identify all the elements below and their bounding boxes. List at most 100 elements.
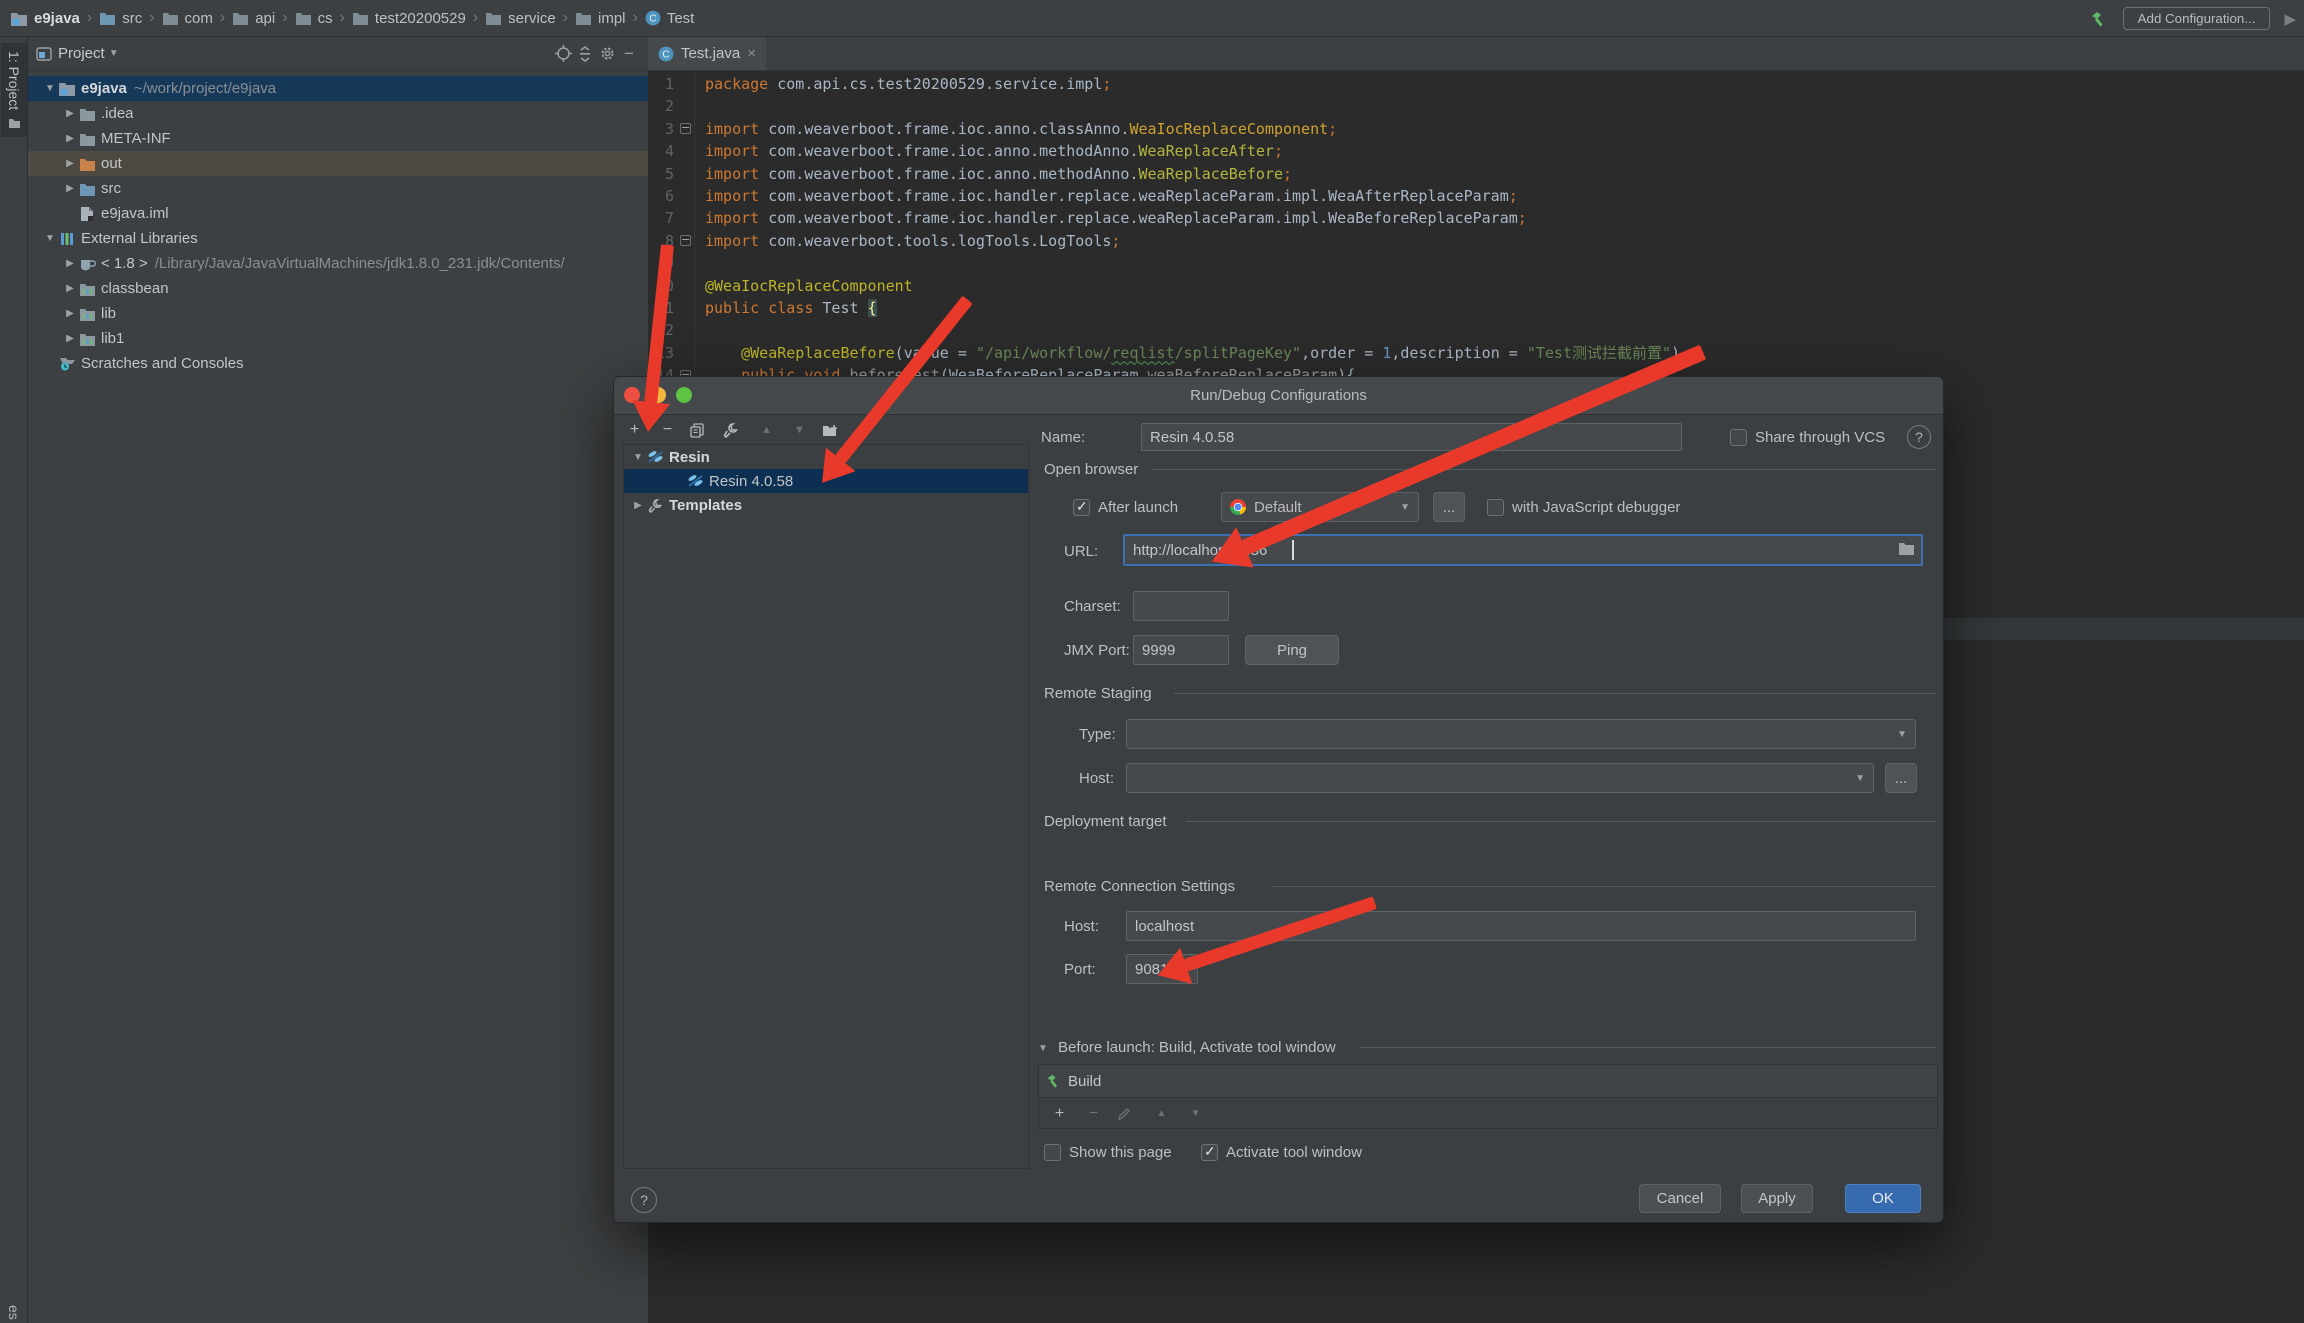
browser-more-button[interactable]: ... — [1433, 492, 1465, 522]
code-area[interactable]: 1 package com.api.cs.test20200529.service… — [648, 71, 2304, 387]
tree-item-label: < 1.8 > — [101, 255, 148, 272]
jmx-port-field[interactable] — [1133, 635, 1229, 665]
class-icon: C — [645, 10, 661, 26]
ping-button[interactable]: Ping — [1245, 635, 1339, 665]
tree-right-arrow-icon[interactable]: ▶ — [62, 333, 78, 344]
apply-button[interactable]: Apply — [1741, 1184, 1813, 1213]
show-this-page-checkbox[interactable] — [1044, 1144, 1061, 1161]
chevron-right-icon: › — [219, 9, 226, 26]
fold-marker-icon[interactable] — [676, 117, 695, 141]
project-tree-row[interactable]: ▶ .idea — [28, 101, 648, 126]
project-tree-row[interactable]: ▶ src — [28, 176, 648, 201]
project-panel-title[interactable]: Project — [58, 45, 105, 62]
code-line[interactable]: 10@WeaIocReplaceComponent — [648, 274, 2304, 297]
tree-right-arrow-icon[interactable]: ▶ — [62, 308, 78, 319]
tree-right-arrow-icon[interactable]: ▶ — [630, 500, 646, 511]
remove-task-icon[interactable]: − — [1083, 1105, 1104, 1123]
tree-down-arrow-icon[interactable]: ▼ — [42, 83, 58, 94]
code-line[interactable]: 2 — [648, 95, 2304, 118]
edit-task-icon[interactable] — [1117, 1107, 1138, 1121]
browse-folder-icon[interactable] — [1898, 541, 1915, 555]
ok-button[interactable]: OK — [1845, 1184, 1921, 1213]
locate-icon[interactable] — [552, 43, 574, 65]
before-launch-task-build[interactable]: Build — [1039, 1065, 1937, 1098]
dialog-titlebar[interactable]: Run/Debug Configurations — [614, 377, 1943, 415]
code-line[interactable]: 11public class Test { — [648, 296, 2304, 320]
configuration-tree-row[interactable]: ▶ Templates — [624, 493, 1028, 517]
cancel-button[interactable]: Cancel — [1639, 1184, 1721, 1213]
breadcrumb-item[interactable]: cs — [295, 10, 333, 27]
build-hammer-icon — [1047, 1074, 1057, 1088]
add-task-icon[interactable]: + — [1049, 1105, 1070, 1123]
move-task-down-icon[interactable]: ▼ — [1185, 1108, 1206, 1119]
staging-host-more-button[interactable]: ... — [1885, 763, 1917, 793]
share-vcs-checkbox[interactable] — [1730, 429, 1747, 446]
project-tree-row[interactable]: e9java.iml — [28, 201, 648, 226]
code-line[interactable]: 4 import com.weaverboot.frame.ioc.anno.me… — [648, 140, 2304, 163]
project-tree-row[interactable]: ▶ out — [28, 151, 648, 176]
breadcrumb-item[interactable]: e9java — [10, 10, 80, 27]
share-vcs-help-icon[interactable]: ? — [1907, 425, 1931, 449]
move-down-icon[interactable]: ▼ — [789, 424, 810, 436]
breadcrumb-item[interactable]: src — [99, 10, 142, 27]
breadcrumb-item[interactable]: api — [232, 10, 275, 27]
code-line[interactable]: 1 package com.api.cs.test20200529.service… — [648, 73, 2304, 96]
project-tree-row[interactable]: ▶ lib — [28, 301, 648, 326]
tree-right-arrow-icon[interactable]: ▶ — [62, 283, 78, 294]
build-hammer-icon[interactable] — [2087, 8, 2109, 30]
code-line[interactable]: 7 import com.weaverboot.frame.ioc.handler… — [648, 207, 2304, 230]
copy-configuration-icon[interactable] — [690, 422, 711, 438]
project-tree-row[interactable]: ▶ META-INF — [28, 126, 648, 151]
hide-panel-icon[interactable]: − — [618, 43, 640, 65]
gear-icon[interactable] — [596, 43, 618, 65]
breadcrumb-item[interactable]: test20200529 — [352, 10, 466, 27]
run-icon[interactable]: ▶ — [2284, 10, 2296, 28]
project-tool-button[interactable]: 1: Project — [1, 43, 27, 138]
code-line[interactable]: 6 import com.weaverboot.frame.ioc.handler… — [648, 184, 2304, 208]
edit-defaults-icon[interactable] — [723, 422, 744, 438]
code-line[interactable]: 12 — [648, 319, 2304, 342]
move-up-icon[interactable]: ▲ — [756, 424, 777, 436]
code-line[interactable]: 8 import com.weaverboot.tools.logTools.Lo… — [648, 229, 2304, 253]
breadcrumb-item[interactable]: com — [162, 10, 213, 27]
tree-right-arrow-icon[interactable]: ▶ — [62, 258, 78, 269]
code-line[interactable]: 9 — [648, 252, 2304, 275]
tree-down-arrow-icon[interactable]: ▼ — [630, 452, 646, 463]
dialog-help-button[interactable]: ? — [631, 1187, 657, 1213]
add-configuration-button[interactable]: Add Configuration... — [2122, 7, 2271, 30]
chevron-down-icon[interactable]: ▼ — [109, 48, 119, 59]
code-line[interactable]: 3 import com.weaverboot.frame.ioc.anno.cl… — [648, 117, 2304, 141]
code-token: ; — [1111, 231, 1121, 250]
breadcrumb-item[interactable]: C Test — [645, 10, 694, 27]
collapse-all-icon[interactable] — [574, 43, 596, 65]
breadcrumb-item[interactable]: service — [485, 10, 556, 27]
favorites-tool-button[interactable]: es — [1, 1305, 27, 1320]
before-launch-collapse-icon[interactable]: ▼ — [1038, 1043, 1048, 1054]
zoom-window-icon[interactable] — [676, 387, 692, 403]
charset-field[interactable] — [1133, 591, 1229, 621]
project-tree-row[interactable]: ▶ classbean — [28, 276, 648, 301]
project-tree-row[interactable]: Scratches and Consoles — [28, 351, 648, 376]
project-tree-row[interactable]: ▶ < 1.8 > /Library/Java/JavaVirtualMachine… — [28, 251, 648, 276]
staging-type-select[interactable]: ▼ — [1126, 719, 1916, 749]
tree-down-arrow-icon[interactable]: ▼ — [42, 233, 58, 244]
close-icon[interactable]: × — [747, 45, 756, 62]
tree-right-arrow-icon[interactable]: ▶ — [62, 133, 78, 144]
tree-right-arrow-icon[interactable]: ▶ — [62, 183, 78, 194]
after-launch-checkbox[interactable] — [1073, 498, 1090, 516]
before-launch-header[interactable]: Before launch: Build, Activate tool wind… — [1058, 1039, 1336, 1056]
code-line[interactable]: 5 import com.weaverboot.frame.ioc.anno.me… — [648, 162, 2304, 185]
breadcrumb-item[interactable]: impl — [575, 10, 626, 27]
staging-host-select[interactable]: ▼ — [1126, 763, 1874, 793]
tree-right-arrow-icon[interactable]: ▶ — [62, 158, 78, 169]
project-tree-row[interactable]: ▼ e9java ~/work/project/e9java — [28, 76, 648, 101]
name-field[interactable] — [1141, 423, 1682, 451]
code-token: com.weaverboot.frame.ioc.anno.methodAnno… — [768, 164, 1139, 183]
js-debugger-checkbox[interactable] — [1487, 499, 1504, 516]
tree-right-arrow-icon[interactable]: ▶ — [62, 108, 78, 119]
project-tree-row[interactable]: ▼ External Libraries — [28, 226, 648, 251]
project-tree-row[interactable]: ▶ lib1 — [28, 326, 648, 351]
activate-tool-window-checkbox[interactable] — [1201, 1143, 1218, 1161]
move-task-up-icon[interactable]: ▲ — [1151, 1108, 1172, 1119]
tab-test-java[interactable]: C Test.java × — [648, 37, 766, 70]
